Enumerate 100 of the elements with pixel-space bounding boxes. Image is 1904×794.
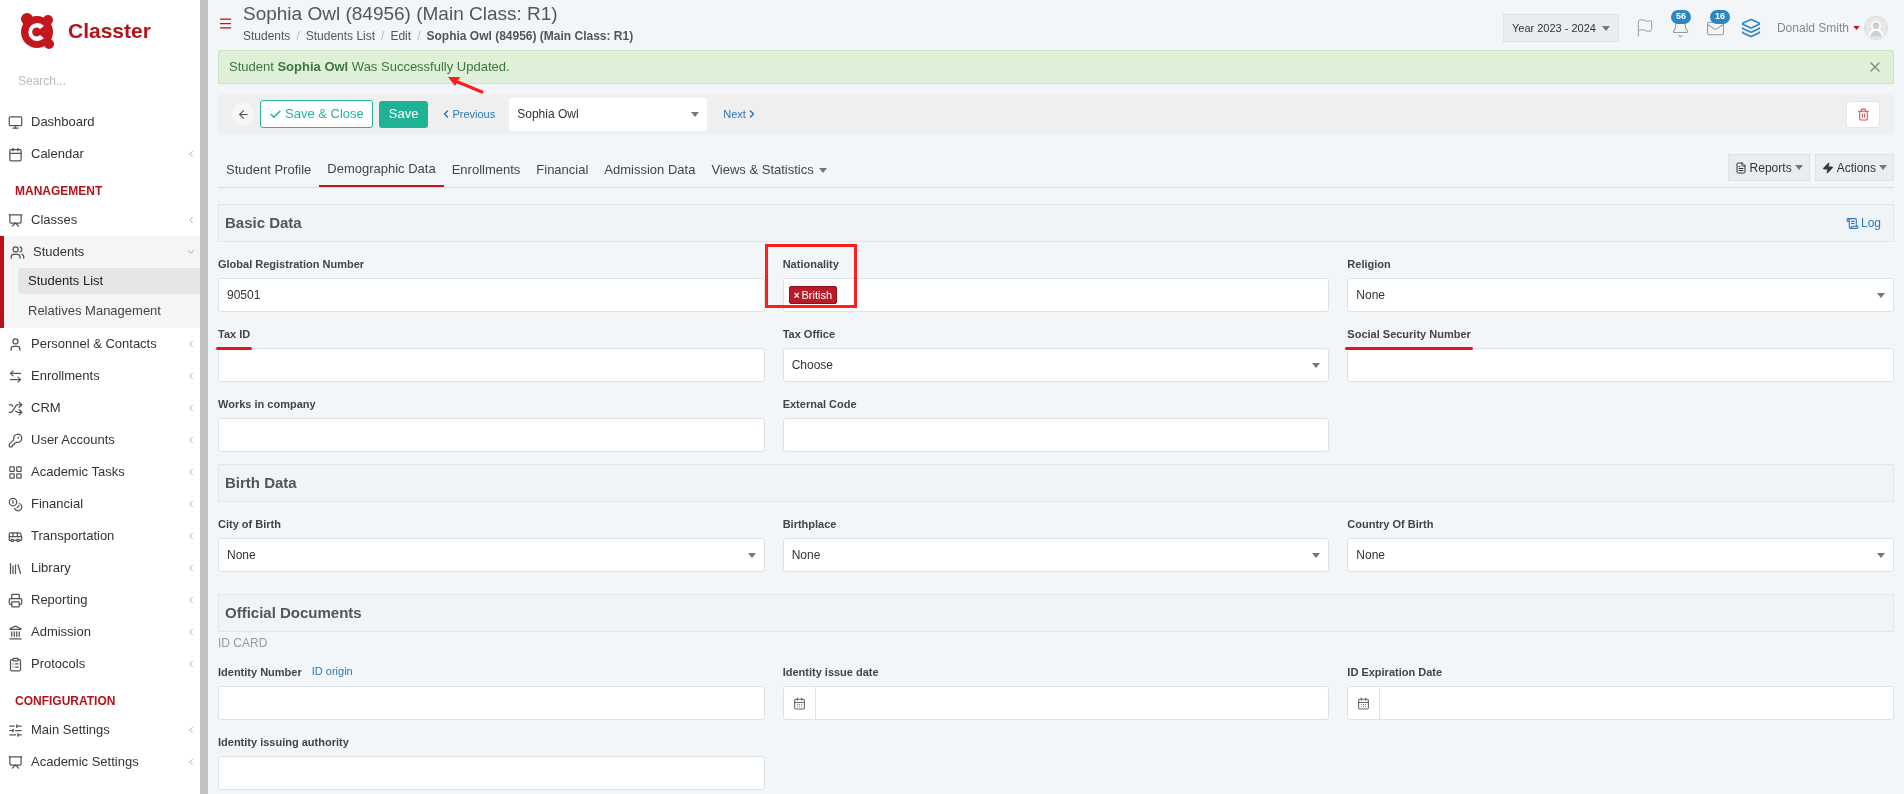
submenu-item[interactable]: Students List: [18, 268, 200, 294]
success-message: Student Sophia Owl Was Successfully Updated.: [229, 58, 510, 77]
caret-icon: [1877, 292, 1885, 298]
caret-icon: [691, 111, 700, 117]
select-field[interactable]: Choose: [782, 348, 1330, 382]
caret-icon: [818, 167, 827, 173]
field-label: Tax ID: [218, 328, 251, 340]
caret-icon: [1879, 165, 1887, 170]
breadcrumb[interactable]: Students: [243, 27, 291, 45]
section-title: Official Documents: [225, 602, 362, 623]
delete-button[interactable]: [1846, 100, 1880, 128]
sidebar-item[interactable]: Academic Tasks: [0, 456, 200, 488]
tag-select-field[interactable]: × British: [782, 278, 1330, 312]
caret-icon: [1853, 26, 1860, 30]
check-icon: [269, 107, 282, 121]
chevron-icon: [186, 435, 196, 445]
chevron-icon: [186, 531, 196, 541]
lightning-icon: [1821, 161, 1834, 174]
tab[interactable]: Views & Statistics: [703, 153, 835, 187]
sidebar-item[interactable]: Students: [4, 236, 200, 268]
input-field[interactable]: [782, 418, 1330, 452]
chevron-icon: [186, 725, 196, 735]
tab[interactable]: Demographic Data: [319, 153, 444, 187]
next-link[interactable]: Next: [723, 105, 758, 123]
breadcrumb-separator: /: [296, 28, 300, 45]
id-origin-link[interactable]: ID origin: [311, 662, 353, 680]
select-field[interactable]: None: [218, 538, 765, 572]
caret-icon: [1794, 165, 1803, 170]
breadcrumb-separator: /: [417, 28, 421, 45]
field-label: Identity issue date: [782, 666, 879, 678]
scrollbar[interactable]: [200, 0, 208, 794]
breadcrumb[interactable]: Students List: [305, 27, 376, 45]
tab[interactable]: Enrollments: [443, 153, 529, 187]
tab[interactable]: Financial: [528, 153, 597, 187]
field-label: Birthplace: [782, 518, 837, 530]
tag-chip[interactable]: × British: [788, 286, 838, 304]
field-label: Global Registration Number: [218, 258, 365, 270]
sidebar-item[interactable]: Library: [0, 552, 200, 584]
search-field[interactable]: Search...: [18, 70, 178, 92]
sidebar-item[interactable]: Enrollments: [0, 360, 200, 392]
message-badge: 16: [1709, 9, 1730, 24]
field-label: Tax Office: [782, 328, 836, 340]
caret-icon: [747, 552, 756, 558]
chevron-icon: [186, 499, 196, 509]
tab[interactable]: Student Profile: [218, 153, 320, 187]
section-title: Birth Data: [225, 472, 297, 493]
field-label: Identity Number: [218, 666, 302, 678]
sidebar-item[interactable]: Reporting: [0, 584, 200, 616]
tab[interactable]: Admission Data: [596, 153, 704, 187]
action-dropdown[interactable]: Actions: [1814, 154, 1894, 181]
sidebar-item[interactable]: Financial: [0, 488, 200, 520]
sidebar-item[interactable]: Personnel & Contacts: [0, 328, 200, 360]
field-label: ID Expiration Date: [1347, 666, 1443, 678]
field-label: Identity issuing authority: [218, 736, 349, 748]
select-field[interactable]: None: [1347, 538, 1894, 572]
sidebar-item[interactable]: Academic Settings: [0, 746, 200, 778]
input-field[interactable]: 90501: [218, 278, 765, 312]
sidebar-item[interactable]: Transportation: [0, 520, 200, 552]
input-field[interactable]: [218, 418, 765, 452]
caret-icon: [1877, 552, 1885, 558]
section-heading: CONFIGURATION: [14, 693, 117, 710]
input-field[interactable]: [218, 756, 765, 790]
action-dropdown[interactable]: Reports: [1727, 154, 1810, 181]
chevron-icon: [186, 467, 196, 477]
select-field[interactable]: None: [782, 538, 1330, 572]
caret-icon: [1312, 552, 1321, 558]
field-label: Social Security Number: [1347, 328, 1471, 340]
field-label: Nationality: [782, 258, 839, 270]
sidebar-item[interactable]: CRM: [0, 392, 200, 424]
input-field[interactable]: [218, 348, 765, 382]
layers-icon[interactable]: [1740, 18, 1761, 38]
sidebar-item[interactable]: Admission: [0, 616, 200, 648]
student-select[interactable]: Sophia Owl: [509, 97, 708, 131]
chevron-icon: [186, 371, 196, 381]
chevron-icon: [186, 659, 196, 669]
breadcrumb[interactable]: Edit: [390, 27, 412, 45]
back-button[interactable]: [232, 103, 254, 125]
chevron-icon: [186, 595, 196, 605]
submenu-item[interactable]: Relatives Management: [18, 298, 200, 324]
section-heading: MANAGEMENT: [14, 183, 104, 200]
caret-icon: [1601, 25, 1610, 31]
input-field[interactable]: [1347, 348, 1894, 382]
sidebar-item[interactable]: Classes: [0, 204, 200, 236]
avatar: [1864, 16, 1888, 40]
field-label: Works in company: [218, 398, 316, 410]
sidebar-item[interactable]: User Accounts: [0, 424, 200, 456]
trash-icon: [1856, 107, 1870, 121]
select-field[interactable]: None: [1347, 278, 1894, 312]
breadcrumb: Sophia Owl (84956) (Main Class: R1): [426, 28, 634, 45]
back-icon: [236, 107, 250, 121]
log-link[interactable]: Log: [1845, 214, 1881, 232]
year-selector[interactable]: Year 2023 - 2024: [1502, 14, 1619, 42]
previous-link[interactable]: Previous: [440, 105, 496, 123]
input-field[interactable]: [218, 686, 765, 720]
sidebar-item[interactable]: Dashboard: [0, 106, 200, 138]
sidebar-item[interactable]: Calendar: [0, 138, 200, 170]
document-icon: [1734, 161, 1747, 174]
sidebar-item[interactable]: Protocols: [0, 648, 200, 680]
logo-icon: [18, 11, 56, 51]
sidebar-item[interactable]: Main Settings: [0, 714, 200, 746]
